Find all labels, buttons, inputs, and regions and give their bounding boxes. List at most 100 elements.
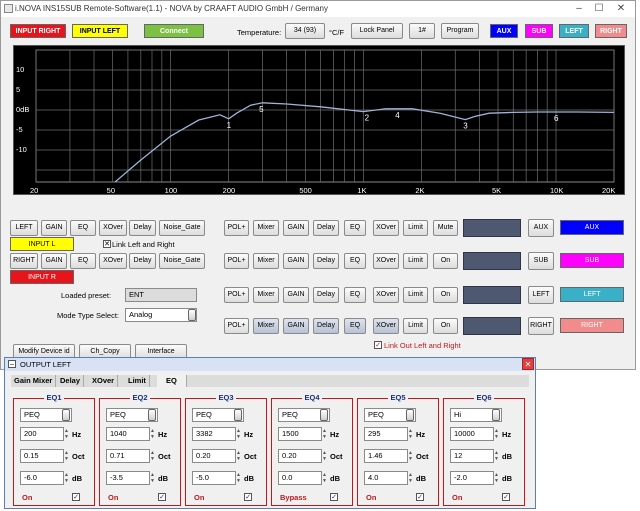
left-delay-button[interactable]: Delay: [129, 220, 156, 236]
out1-mixer-button[interactable]: Mixer: [253, 253, 279, 269]
aux-indicator[interactable]: AUX: [490, 24, 518, 38]
eq1-enable-checkbox[interactable]: ✓: [72, 493, 80, 501]
eq3-gain-spinner-icon[interactable]: ▲ ▼: [235, 472, 242, 484]
right-eq-button[interactable]: EQ: [70, 253, 96, 269]
eq2-freq-spinner-icon[interactable]: ▲ ▼: [149, 428, 156, 440]
out3-pol-button[interactable]: POL+: [224, 318, 249, 334]
connect-button[interactable]: Connect: [144, 24, 204, 38]
eq3-freq-spinner-icon[interactable]: ▲ ▼: [235, 428, 242, 440]
out3-eq-button[interactable]: EQ: [344, 318, 366, 334]
tab-eq[interactable]: EQ: [157, 375, 187, 387]
eq5-q-field[interactable]: 1.46: [364, 449, 408, 463]
eq6-gain-spinner-icon[interactable]: ▲ ▼: [493, 472, 500, 484]
eq6-q-field[interactable]: 12: [450, 449, 494, 463]
out1-eq-button[interactable]: EQ: [344, 253, 366, 269]
program-button[interactable]: Program: [441, 23, 479, 39]
eq1-type-dropdown-icon[interactable]: [62, 409, 70, 421]
eq5-freq-field[interactable]: 295: [364, 427, 408, 441]
eq6-freq-spinner-icon[interactable]: ▲ ▼: [493, 428, 500, 440]
right-delay-button[interactable]: Delay: [129, 253, 156, 269]
out3-on-button[interactable]: On: [433, 318, 458, 334]
right-gain-button[interactable]: GAIN: [41, 253, 67, 269]
out1-xover-button[interactable]: XOver: [373, 253, 399, 269]
eq1-gain-field[interactable]: -6.0: [20, 471, 64, 485]
out1-gain-button[interactable]: GAIN: [283, 253, 309, 269]
input-r-indicator[interactable]: INPUT R: [10, 270, 74, 284]
link-out-checkbox[interactable]: ✓: [374, 341, 382, 349]
eq6-freq-field[interactable]: 10000: [450, 427, 494, 441]
out0-pol-button[interactable]: POL+: [224, 220, 249, 236]
out3-xover-button[interactable]: XOver: [373, 318, 399, 334]
input-right-indicator[interactable]: INPUT RIGHT: [10, 24, 66, 38]
eq5-type-dropdown-icon[interactable]: [406, 409, 414, 421]
eq3-type-dropdown-icon[interactable]: [234, 409, 242, 421]
lock-panel-button[interactable]: Lock Panel: [351, 23, 403, 39]
out3-mixer-button[interactable]: Mixer: [253, 318, 279, 334]
sub-indicator[interactable]: SUB: [525, 24, 553, 38]
close-icon[interactable]: ✕: [613, 2, 629, 16]
out1-pol-button[interactable]: POL+: [224, 253, 249, 269]
eq4-gain-field[interactable]: 0.0: [278, 471, 322, 485]
out2-pol-button[interactable]: POL+: [224, 287, 249, 303]
out2-limit-button[interactable]: Limit: [403, 287, 428, 303]
eq3-q-spinner-icon[interactable]: ▲ ▼: [235, 450, 242, 462]
eq4-q-field[interactable]: 0.20: [278, 449, 322, 463]
eq4-type-dropdown-icon[interactable]: [320, 409, 328, 421]
eq2-gain-field[interactable]: -3.5: [106, 471, 150, 485]
out0-eq-button[interactable]: EQ: [344, 220, 366, 236]
eq3-freq-field[interactable]: 3382: [192, 427, 236, 441]
eq3-q-field[interactable]: 0.20: [192, 449, 236, 463]
right-xover-button[interactable]: XOver: [99, 253, 127, 269]
out2-on-button[interactable]: On: [433, 287, 458, 303]
out2-channel-indicator[interactable]: LEFT: [560, 287, 624, 302]
left-channel-button[interactable]: LEFT: [10, 220, 38, 236]
input-left-indicator[interactable]: INPUT LEFT: [72, 24, 128, 38]
eq6-gain-field[interactable]: -2.0: [450, 471, 494, 485]
out3-delay-button[interactable]: Delay: [313, 318, 339, 334]
out1-delay-button[interactable]: Delay: [313, 253, 339, 269]
out1-on-button[interactable]: On: [433, 253, 458, 269]
out0-limit-button[interactable]: Limit: [403, 220, 428, 236]
out3-channel-button[interactable]: RIGHT: [528, 317, 554, 335]
eq2-freq-field[interactable]: 1040: [106, 427, 150, 441]
out3-gain-button[interactable]: GAIN: [283, 318, 309, 334]
eq5-gain-spinner-icon[interactable]: ▲ ▼: [407, 472, 414, 484]
out0-xover-button[interactable]: XOver: [373, 220, 399, 236]
left-noise-gate-button[interactable]: Noise_Gate: [159, 220, 205, 236]
output-close-icon[interactable]: ✕: [522, 358, 534, 370]
maximize-icon[interactable]: ☐: [591, 2, 607, 16]
link-left-right-checkbox[interactable]: ✕: [103, 240, 111, 248]
eq4-gain-spinner-icon[interactable]: ▲ ▼: [321, 472, 328, 484]
eq2-type-dropdown-icon[interactable]: [148, 409, 156, 421]
eq2-enable-checkbox[interactable]: ✓: [158, 493, 166, 501]
collapse-icon[interactable]: –: [8, 360, 16, 368]
eq4-q-spinner-icon[interactable]: ▲ ▼: [321, 450, 328, 462]
out1-channel-indicator[interactable]: SUB: [560, 253, 624, 268]
eq1-gain-spinner-icon[interactable]: ▲ ▼: [63, 472, 70, 484]
out0-mute-button[interactable]: Mute: [433, 220, 458, 236]
preset-number-button[interactable]: 1#: [409, 23, 435, 39]
eq1-q-field[interactable]: 0.15: [20, 449, 64, 463]
eq2-q-field[interactable]: 0.71: [106, 449, 150, 463]
out2-channel-button[interactable]: LEFT: [528, 286, 554, 304]
tab-limit[interactable]: Limit: [125, 375, 150, 387]
right-indicator[interactable]: RIGHT: [595, 24, 627, 38]
out1-channel-button[interactable]: SUB: [528, 252, 554, 270]
out0-channel-indicator[interactable]: AUX: [560, 220, 624, 235]
out3-limit-button[interactable]: Limit: [403, 318, 428, 334]
right-noise-gate-button[interactable]: Noise_Gate: [159, 253, 205, 269]
out0-delay-button[interactable]: Delay: [313, 220, 339, 236]
eq3-enable-checkbox[interactable]: ✓: [244, 493, 252, 501]
eq4-freq-spinner-icon[interactable]: ▲ ▼: [321, 428, 328, 440]
minimize-icon[interactable]: –: [571, 2, 587, 16]
tab-delay[interactable]: Delay: [57, 375, 85, 387]
eq4-enable-checkbox[interactable]: ✓: [330, 493, 338, 501]
out2-mixer-button[interactable]: Mixer: [253, 287, 279, 303]
out0-gain-button[interactable]: GAIN: [283, 220, 309, 236]
out2-delay-button[interactable]: Delay: [313, 287, 339, 303]
left-eq-button[interactable]: EQ: [70, 220, 96, 236]
out2-eq-button[interactable]: EQ: [344, 287, 366, 303]
mode-type-select[interactable]: Analog: [125, 308, 197, 322]
mode-type-dropdown-icon[interactable]: [188, 309, 196, 321]
eq5-gain-field[interactable]: 4.0: [364, 471, 408, 485]
